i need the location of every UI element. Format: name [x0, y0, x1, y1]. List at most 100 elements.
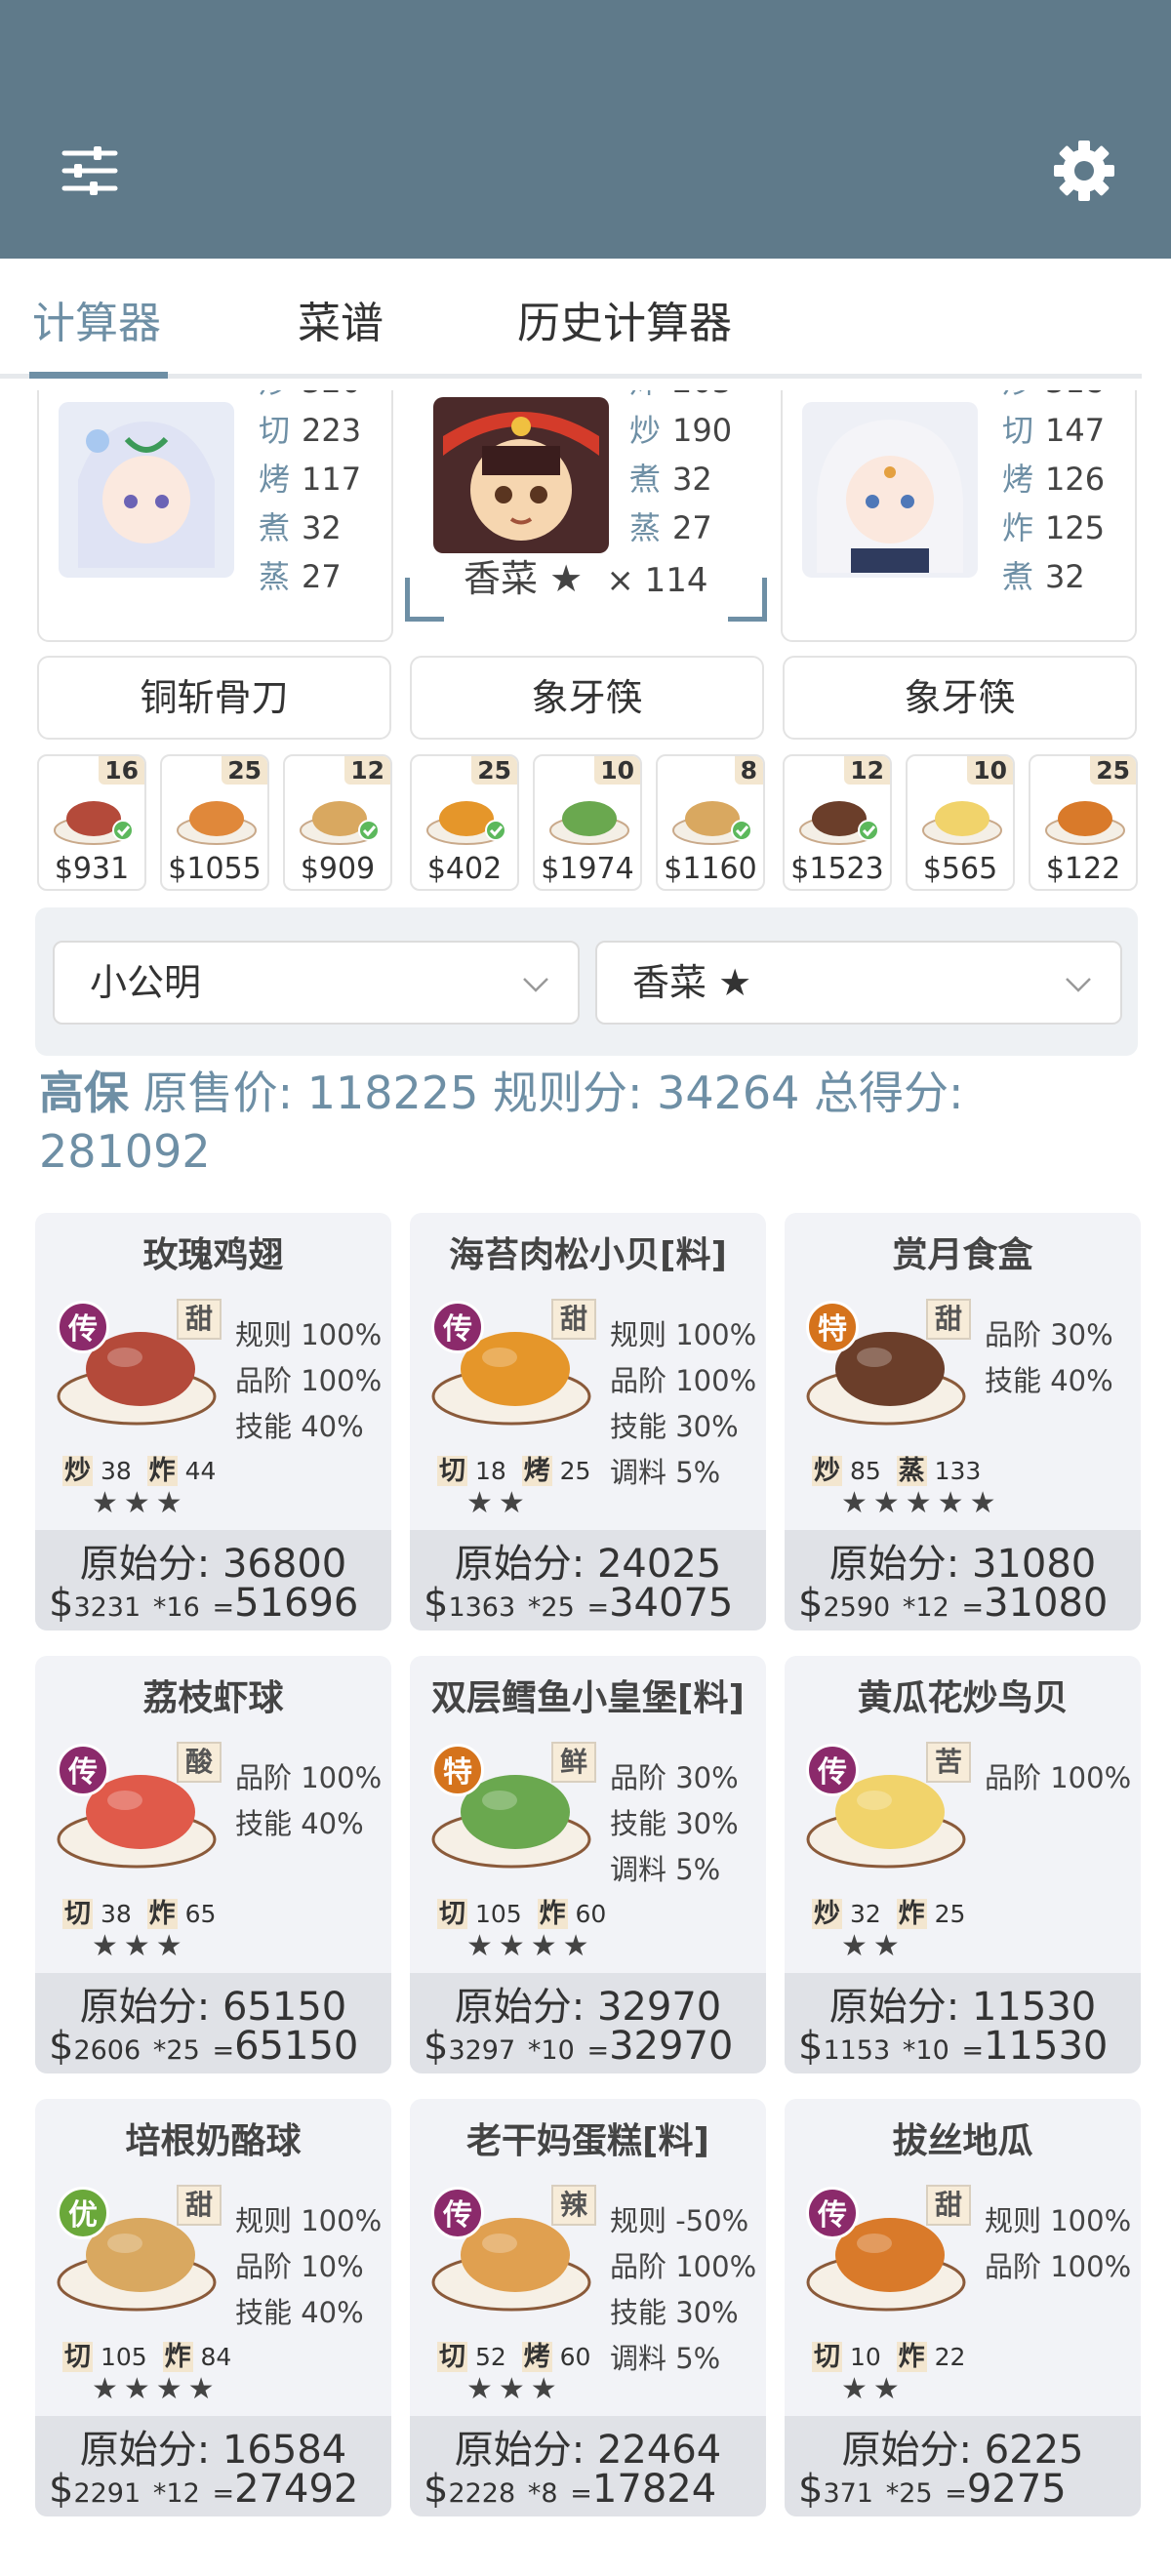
bonus-line: 品阶 100%: [985, 2250, 1132, 2283]
chef-skill: 烤 117: [259, 461, 362, 498]
bonus-line: 技能 40%: [235, 1410, 364, 1443]
chef-skill: 切 147: [1002, 412, 1106, 449]
flavor-tag: 甜: [926, 1299, 971, 1340]
rarity-badge: 传: [57, 1301, 109, 1353]
dish-chip[interactable]: 8 $1160: [656, 754, 765, 891]
flavor-tag: 辣: [551, 2185, 596, 2226]
dish-price: $402: [426, 852, 503, 886]
dropdown-value: 小公明: [90, 961, 202, 1004]
chef-card-3[interactable]: 炒318 切147 烤126 炸125 煮32: [781, 390, 1137, 642]
dish-chip[interactable]: 12 $909: [283, 754, 392, 891]
flavor-tag: 酸: [177, 1742, 222, 1783]
summary-text: 原售价: 118225 规则分: 34264 总得分: 281092: [39, 1067, 964, 1178]
skill-requirements: 切 38 炸 65: [62, 1899, 217, 1929]
recipe-title: 黄瓜花炒鸟贝: [857, 1678, 1069, 1718]
bonus-line: 规则 100%: [235, 1318, 383, 1351]
dish-count: 16: [99, 756, 144, 785]
recipe-title: 双层鳕鱼小皇堡[料]: [431, 1678, 745, 1718]
bonus-line: 品阶 10%: [235, 2250, 364, 2283]
score-box: 原始分: 65150 $2606 *25 =65150: [35, 1973, 391, 2073]
skill-requirements: 炒 38 炸 44: [62, 1456, 217, 1486]
score-formula: $371 *25 =9275: [798, 2467, 1067, 2512]
bonus-line: 技能 30%: [610, 1410, 739, 1443]
tab-history-calculator[interactable]: 历史计算器: [517, 288, 732, 350]
chef-skill: 炸 125: [1002, 509, 1106, 546]
dish-price: $909: [300, 852, 376, 886]
dish-chip[interactable]: 25 $402: [410, 754, 519, 891]
chef-name: 香菜 ★ × 114: [464, 557, 708, 600]
bonus-line: 品阶 100%: [985, 1761, 1132, 1794]
dish-price: $1523: [790, 852, 884, 886]
dish-count: 8: [734, 756, 763, 785]
equipment-slot-2[interactable]: 象牙筷: [410, 656, 764, 740]
score-box: 原始分: 16584 $2291 *12 =27492: [35, 2416, 391, 2516]
dish-chip[interactable]: 25 $122: [1029, 754, 1138, 891]
equipment-slot-1[interactable]: 铜斩骨刀: [37, 656, 391, 740]
dish-chip[interactable]: 16 $931: [37, 754, 146, 891]
score-box: 原始分: 22464 $2228 *8 =17824: [410, 2416, 766, 2516]
skill-requirements: 切 18 烤 25: [437, 1456, 591, 1486]
star-rating: ★★★★★: [841, 1486, 1002, 1520]
chef-avatar: [59, 402, 234, 578]
star-rating: ★★: [466, 1486, 531, 1520]
dish-icon: [549, 801, 629, 845]
active-tab-indicator: [29, 372, 168, 379]
score-box: 原始分: 31080 $2590 *12 =31080: [785, 1530, 1141, 1630]
recipe-card[interactable]: 荔枝虾球传 酸品阶 100% 技能 40% 切 38 炸 65 ★★★ 原始分: 6515…: [35, 1656, 391, 2073]
gear-icon[interactable]: [1052, 139, 1116, 203]
chef-skill: 切 223: [259, 412, 362, 449]
flavor-tag: 苦: [926, 1742, 971, 1783]
score-formula: $2291 *12 =27492: [49, 2467, 359, 2512]
chef-skill: 炸203: [629, 390, 732, 402]
recipe-card[interactable]: 老干妈蛋糕[料] 传 辣规则 -50% 品阶 100% 技能 30% 调料 5% 切 52 …: [410, 2099, 766, 2516]
chef-row: 炒320 切223 烤117 煮32 蒸27 炸203 炒190 煮32 蒸27…: [0, 390, 1171, 646]
recipe-title: 老干妈蛋糕[料]: [466, 2121, 709, 2161]
recipe-title: 拔丝地瓜: [892, 2121, 1033, 2161]
flavor-tag: 鲜: [551, 1742, 596, 1783]
dropdown-value: 香菜 ★: [632, 961, 752, 1004]
rarity-badge: 优: [57, 2187, 109, 2239]
dish-chip[interactable]: 10 $565: [906, 754, 1015, 891]
recipe-card[interactable]: 黄瓜花炒鸟贝传 苦品阶 100% 炒 32 炸 25 ★★ 原始分: 11530 $115…: [785, 1656, 1141, 2073]
dish-chip[interactable]: 25 $1055: [160, 754, 269, 891]
equipment-slot-3[interactable]: 象牙筷: [783, 656, 1137, 740]
recipe-card[interactable]: 海苔肉松小贝[料] 传 甜规则 100% 品阶 100% 技能 30% 调料 5% 切 18…: [410, 1213, 766, 1630]
recipe-card[interactable]: 拔丝地瓜传 甜规则 100% 品阶 100% 切 10 炸 22 ★★ 原始分: 6225…: [785, 2099, 1141, 2516]
recipe-card[interactable]: 赏月食盒特 甜品阶 30% 技能 40% 炒 85 蒸 133 ★★★★★ 原始分: 31…: [785, 1213, 1141, 1630]
chef-card-2-selected[interactable]: 炸203 炒190 煮32 蒸27 香菜 ★ × 114: [405, 390, 767, 642]
chef-skill: 煮 32: [259, 509, 342, 546]
bonus-line: 规则 100%: [235, 2204, 383, 2237]
dish-chip[interactable]: 10 $1974: [533, 754, 642, 891]
chef-card-1[interactable]: 炒320 切223 烤117 煮32 蒸27: [37, 390, 393, 642]
dish-count: 10: [594, 756, 640, 785]
recipe-card[interactable]: 玫瑰鸡翅传 甜规则 100% 品阶 100% 技能 40% 炒 38 炸 44 ★★★ 原始…: [35, 1213, 391, 1630]
dish-chip[interactable]: 12 $1523: [783, 754, 892, 891]
recipe-card[interactable]: 培根奶酪球优 甜规则 100% 品阶 10% 技能 40% 切 105 炸 84 ★★★★…: [35, 2099, 391, 2516]
dish-price: $1160: [664, 852, 757, 886]
dish-icon: [426, 801, 506, 845]
flavor-tag: 甜: [551, 1299, 596, 1340]
chef-skill: 烤 126: [1002, 461, 1106, 498]
flavor-tag: 甜: [177, 2185, 222, 2226]
dish-count: 12: [844, 756, 890, 785]
skill-requirements: 炒 85 蒸 133: [812, 1456, 982, 1486]
skill-requirements: 切 105 炸 84: [62, 2342, 232, 2372]
tab-bar: 计算器 菜谱 历史计算器: [0, 259, 1171, 381]
star-rating: ★★★★: [92, 2372, 221, 2406]
bonus-line: 品阶 100%: [610, 1364, 757, 1397]
chef-skill: 炒 190: [629, 412, 733, 449]
score-formula: $2228 *8 =17824: [424, 2467, 717, 2512]
recipe-card[interactable]: 双层鳕鱼小皇堡[料] 特 鲜品阶 30% 技能 30% 调料 5% 切 105 炸 60 ★…: [410, 1656, 766, 2073]
recipe-title: 培根奶酪球: [125, 2121, 302, 2161]
ancillary-chef-dropdown[interactable]: 小公明: [53, 941, 580, 1025]
bonus-line: 品阶 100%: [235, 1761, 383, 1794]
tab-calculator[interactable]: 计算器: [32, 288, 161, 350]
rarity-badge: 传: [57, 1744, 109, 1796]
score-formula: $2590 *12 =31080: [798, 1581, 1109, 1626]
skill-requirements: 炒 32 炸 25: [812, 1899, 966, 1929]
tab-recipes[interactable]: 菜谱: [298, 288, 384, 350]
tab-divider: [0, 374, 1142, 379]
chef-dropdown[interactable]: 香菜 ★: [595, 941, 1122, 1025]
filter-sliders-icon[interactable]: [61, 141, 119, 200]
bonus-line: 调料 5%: [610, 1853, 721, 1886]
